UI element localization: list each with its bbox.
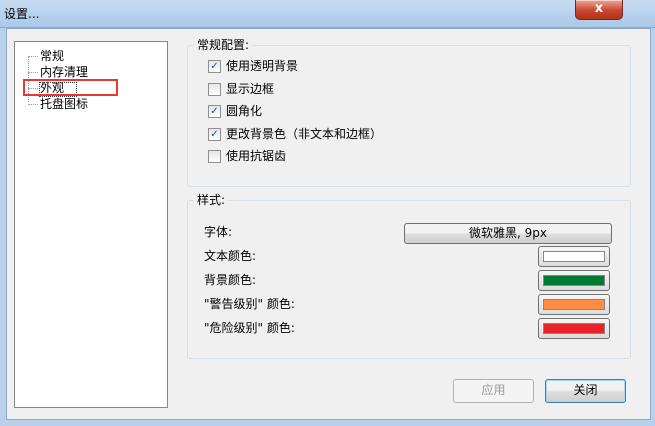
close-icon: x: [594, 1, 604, 16]
close-button[interactable]: 关闭: [545, 379, 626, 403]
bg-color-swatch: [543, 275, 605, 286]
text-color-swatch: [543, 251, 605, 262]
warning-color-button[interactable]: [538, 294, 610, 315]
highlight-box: [23, 79, 118, 96]
close-window-button[interactable]: x: [575, 0, 623, 20]
checkbox-unchecked[interactable]: [208, 83, 221, 96]
tree-item-label: 常规: [40, 49, 65, 63]
general-group: 常规配置: ✓ 使用透明背景 显示边框 ✓ 圆角化 ✓ 更改背景色（非文本和边框…: [187, 38, 631, 187]
title-bar: 设置... x: [0, 0, 655, 28]
danger-color-button[interactable]: [538, 318, 610, 339]
danger-color-swatch: [543, 323, 605, 334]
settings-window: 设置... x 常规 内存清理 外观 托盘图标 常规配置: ✓ 使用透明背景 显…: [0, 0, 655, 426]
checkbox-checked[interactable]: ✓: [208, 60, 221, 73]
bg-color-label: 背景颜色:: [204, 273, 257, 287]
checkbox-checked[interactable]: ✓: [208, 105, 221, 118]
dialog-client: 常规 内存清理 外观 托盘图标 常规配置: ✓ 使用透明背景 显示边框 ✓ 圆角…: [6, 28, 651, 420]
tree-item-label: 内存清理: [40, 65, 89, 79]
bg-color-button[interactable]: [538, 270, 610, 291]
text-color-label: 文本颜色:: [204, 249, 257, 263]
apply-button[interactable]: 应用: [453, 379, 534, 403]
style-group-title: 样式:: [194, 193, 229, 207]
text-color-button[interactable]: [538, 246, 610, 267]
category-tree[interactable]: 常规 内存清理 外观 托盘图标: [14, 41, 168, 408]
tree-item-label: 托盘图标: [40, 97, 89, 111]
danger-color-label: "危险级别" 颜色:: [204, 321, 295, 335]
checkbox-unchecked[interactable]: [208, 150, 221, 163]
warning-color-label: "警告级别" 颜色:: [204, 297, 295, 311]
style-group: 样式: 字体: 微软雅黑, 9px 文本颜色: 背景颜色: "警告级别" 颜色:…: [187, 193, 631, 359]
checkbox-checked[interactable]: ✓: [208, 128, 221, 141]
general-group-title: 常规配置:: [194, 38, 253, 52]
font-label: 字体:: [204, 225, 233, 239]
font-picker-button[interactable]: 微软雅黑, 9px: [404, 223, 612, 244]
warning-color-swatch: [543, 299, 605, 310]
window-title: 设置...: [4, 7, 40, 21]
